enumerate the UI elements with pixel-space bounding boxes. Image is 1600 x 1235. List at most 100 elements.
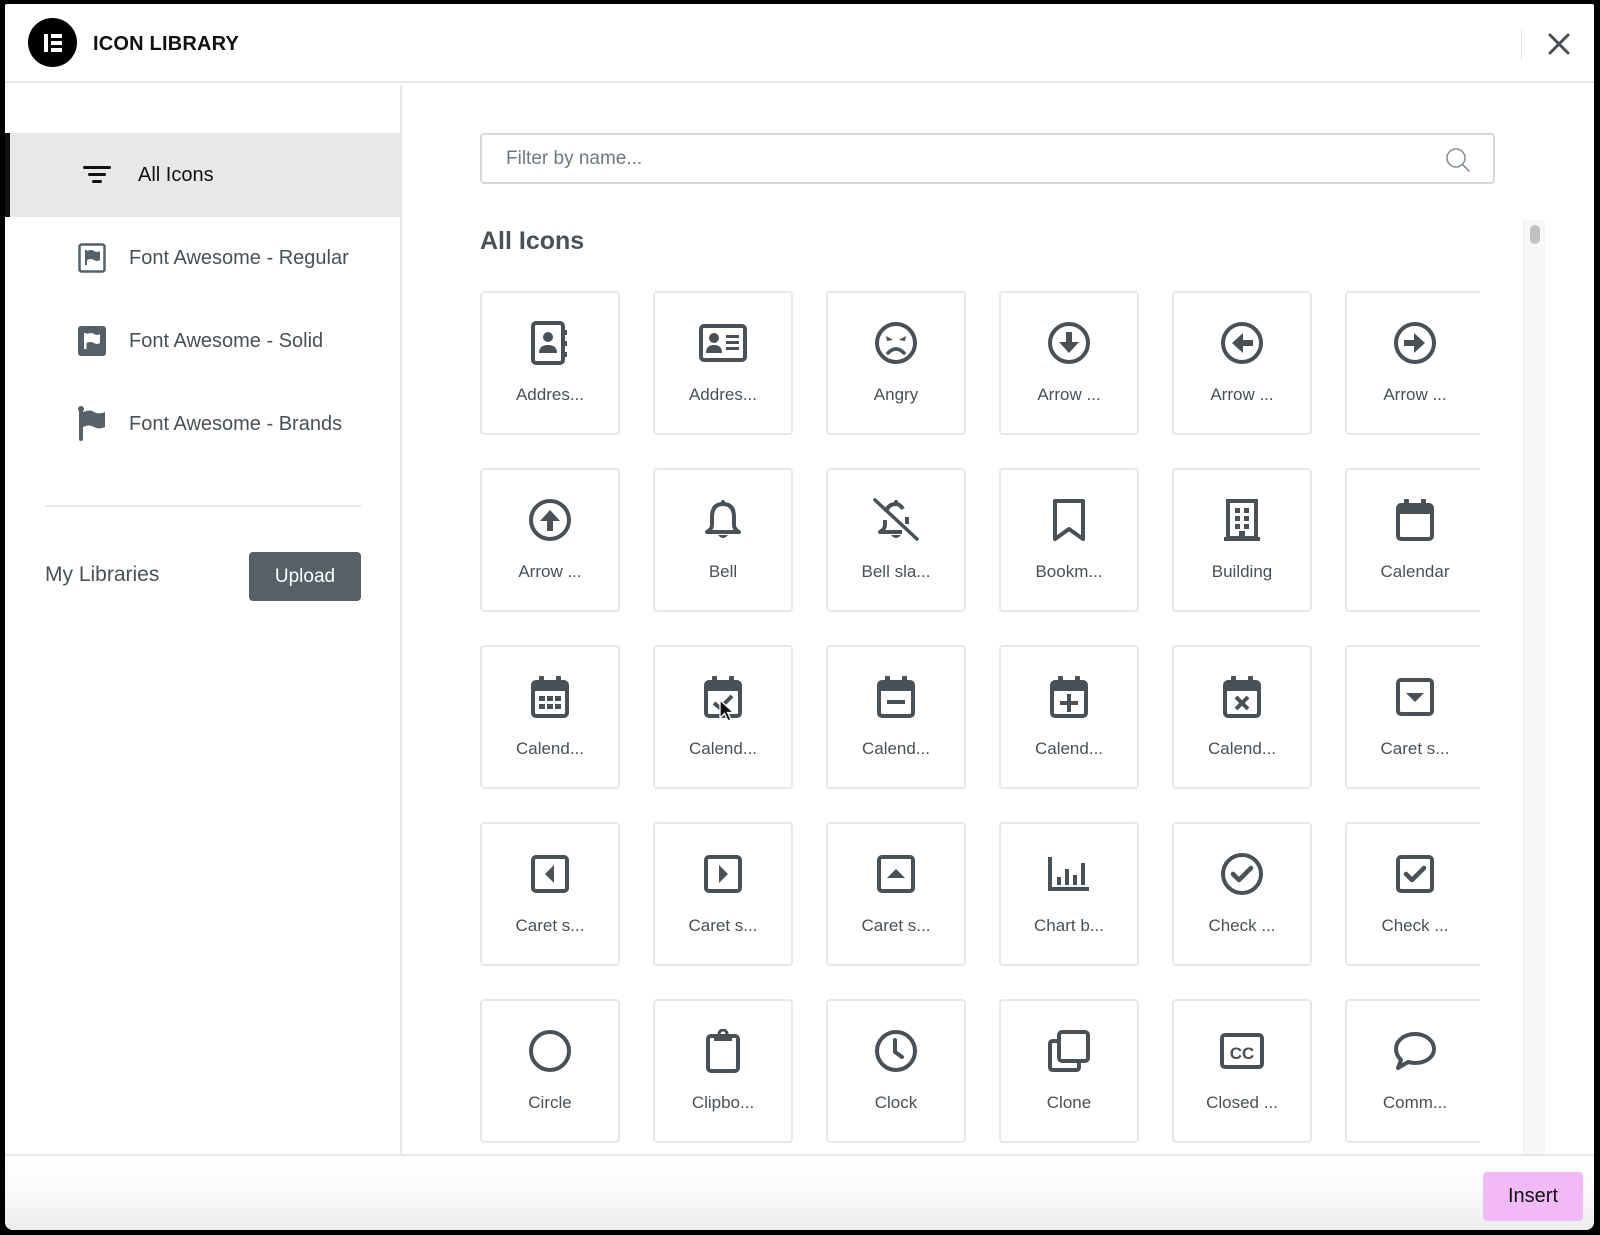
- arrow-circle-up-icon: [526, 496, 574, 544]
- search-input[interactable]: [482, 135, 1402, 182]
- comment-icon: [1391, 1027, 1439, 1075]
- icon-tile[interactable]: Comm...: [1345, 999, 1480, 1143]
- calendar-alt-icon: [526, 673, 574, 721]
- icon-tile[interactable]: Caret s...: [653, 822, 793, 966]
- icon-tile[interactable]: Building: [1172, 468, 1312, 612]
- icon-tile-label: Calend...: [688, 739, 758, 758]
- icon-tile[interactable]: Caret s...: [1345, 645, 1480, 789]
- search-field: [480, 133, 1495, 184]
- caret-square-down-icon: [1391, 673, 1439, 721]
- icon-tile[interactable]: Bell: [653, 468, 793, 612]
- icon-tile-label: Addres...: [515, 385, 585, 404]
- icon-tile[interactable]: Addres...: [653, 291, 793, 435]
- arrow-circle-down-icon: [1045, 319, 1093, 367]
- close-icon: [1548, 33, 1570, 55]
- icon-tile-label: Chart b...: [1034, 916, 1104, 935]
- closed-captioning-icon: CC: [1218, 1027, 1266, 1075]
- section-title: All Icons: [480, 227, 585, 255]
- icon-tile[interactable]: Clipbo...: [653, 999, 793, 1143]
- icon-tile-label: Caret s...: [688, 916, 758, 935]
- icon-tile[interactable]: Arrow ...: [1345, 291, 1480, 435]
- caret-square-left-icon: [526, 850, 574, 898]
- close-button[interactable]: [1543, 28, 1575, 60]
- insert-button[interactable]: Insert: [1483, 1172, 1583, 1221]
- scrollbar-thumb[interactable]: [1530, 225, 1540, 244]
- icon-tile-label: Arrow ...: [1037, 385, 1101, 404]
- icon-tile-label: Clone: [1046, 1093, 1092, 1112]
- icon-grid: Addres... Addres... Angry Arrow ... Arrow ..…: [480, 291, 1480, 1143]
- icon-tile[interactable]: Calend...: [480, 645, 620, 789]
- calendar-minus-icon: [872, 673, 920, 721]
- caret-square-up-icon: [872, 850, 920, 898]
- icon-tile[interactable]: CC Closed ...: [1172, 999, 1312, 1143]
- icon-tile-label: Caret s...: [861, 916, 931, 935]
- icon-tile[interactable]: Addres...: [480, 291, 620, 435]
- search-icon[interactable]: [1445, 147, 1471, 178]
- bell-icon: [699, 496, 747, 544]
- icon-tile[interactable]: Bookm...: [999, 468, 1139, 612]
- icon-tile[interactable]: Angry: [826, 291, 966, 435]
- sidebar-item-label: Font Awesome - Solid: [129, 329, 324, 352]
- icon-tile-label: Circle: [528, 1093, 572, 1112]
- icon-tile-label: Bookm...: [1035, 562, 1103, 581]
- icon-tile[interactable]: Caret s...: [826, 822, 966, 966]
- icon-tile-label: Caret s...: [1380, 739, 1450, 758]
- address-card-icon: [699, 319, 747, 367]
- arrow-circle-left-icon: [1218, 319, 1266, 367]
- flag-brands-icon: [77, 406, 107, 441]
- clipboard-icon: [699, 1027, 747, 1075]
- mouse-cursor-icon: [719, 699, 736, 722]
- my-libraries-label: My Libraries: [45, 563, 160, 586]
- sidebar-item-fa-regular[interactable]: Font Awesome - Regular: [5, 216, 402, 300]
- icon-tile[interactable]: Circle: [480, 999, 620, 1143]
- sidebar: All Icons Font Awesome - Regular Font Aw…: [5, 85, 402, 1154]
- icon-tile-label: Clipbo...: [691, 1093, 755, 1112]
- flag-solid-icon: [77, 326, 107, 356]
- icon-tile[interactable]: Check ...: [1172, 822, 1312, 966]
- icon-tile[interactable]: Calend...: [826, 645, 966, 789]
- icon-tile-label: Bell: [708, 562, 738, 581]
- scrollbar[interactable]: [1523, 220, 1545, 1154]
- sidebar-divider: [45, 505, 361, 507]
- check-circle-icon: [1218, 850, 1266, 898]
- icon-tile[interactable]: Clock: [826, 999, 966, 1143]
- address-book-icon: [526, 319, 574, 367]
- icon-tile-label: Addres...: [688, 385, 758, 404]
- icon-tile-label: Comm...: [1382, 1093, 1448, 1112]
- clone-icon: [1045, 1027, 1093, 1075]
- icon-tile[interactable]: Arrow ...: [999, 291, 1139, 435]
- icon-tile[interactable]: Bell sla...: [826, 468, 966, 612]
- icon-tile[interactable]: Clone: [999, 999, 1139, 1143]
- icon-tile-label: Arrow ...: [518, 562, 582, 581]
- icon-tile[interactable]: Check ...: [1345, 822, 1480, 966]
- icon-tile-label: Check ...: [1208, 916, 1276, 935]
- icon-tile[interactable]: Calend...: [1172, 645, 1312, 789]
- icon-tile[interactable]: Caret s...: [480, 822, 620, 966]
- icon-tile-label: Clock: [874, 1093, 918, 1112]
- icon-tile-label: Calendar: [1380, 562, 1450, 581]
- sidebar-item-all-icons[interactable]: All Icons: [5, 133, 402, 217]
- icon-tile-label: Bell sla...: [861, 562, 931, 581]
- upload-button[interactable]: Upload: [249, 552, 361, 601]
- icon-tile-label: Building: [1211, 562, 1273, 581]
- bell-slash-icon: [872, 496, 920, 544]
- sidebar-item-fa-brands[interactable]: Font Awesome - Brands: [5, 382, 402, 466]
- chart-bar-icon: [1045, 850, 1093, 898]
- calendar-icon: [1391, 496, 1439, 544]
- elementor-logo-icon: [28, 18, 77, 67]
- icon-tile-label: Check ...: [1381, 916, 1449, 935]
- icon-tile[interactable]: Arrow ...: [480, 468, 620, 612]
- check-square-icon: [1391, 850, 1439, 898]
- icon-tile[interactable]: Calend...: [999, 645, 1139, 789]
- sidebar-item-fa-solid[interactable]: Font Awesome - Solid: [5, 299, 402, 383]
- sidebar-item-label: Font Awesome - Regular: [129, 246, 349, 269]
- icon-library-dialog: ICON LIBRARY All Icons Font Awesome - Re…: [5, 4, 1594, 1230]
- dialog-footer: Insert: [5, 1154, 1594, 1230]
- sidebar-item-label: Font Awesome - Brands: [129, 412, 343, 435]
- icon-tile[interactable]: Arrow ...: [1172, 291, 1312, 435]
- sidebar-item-label: All Icons: [138, 163, 214, 186]
- dialog-title: ICON LIBRARY: [93, 33, 240, 55]
- filter-lines-icon: [82, 160, 112, 190]
- icon-tile[interactable]: Calendar: [1345, 468, 1480, 612]
- icon-tile[interactable]: Chart b...: [999, 822, 1139, 966]
